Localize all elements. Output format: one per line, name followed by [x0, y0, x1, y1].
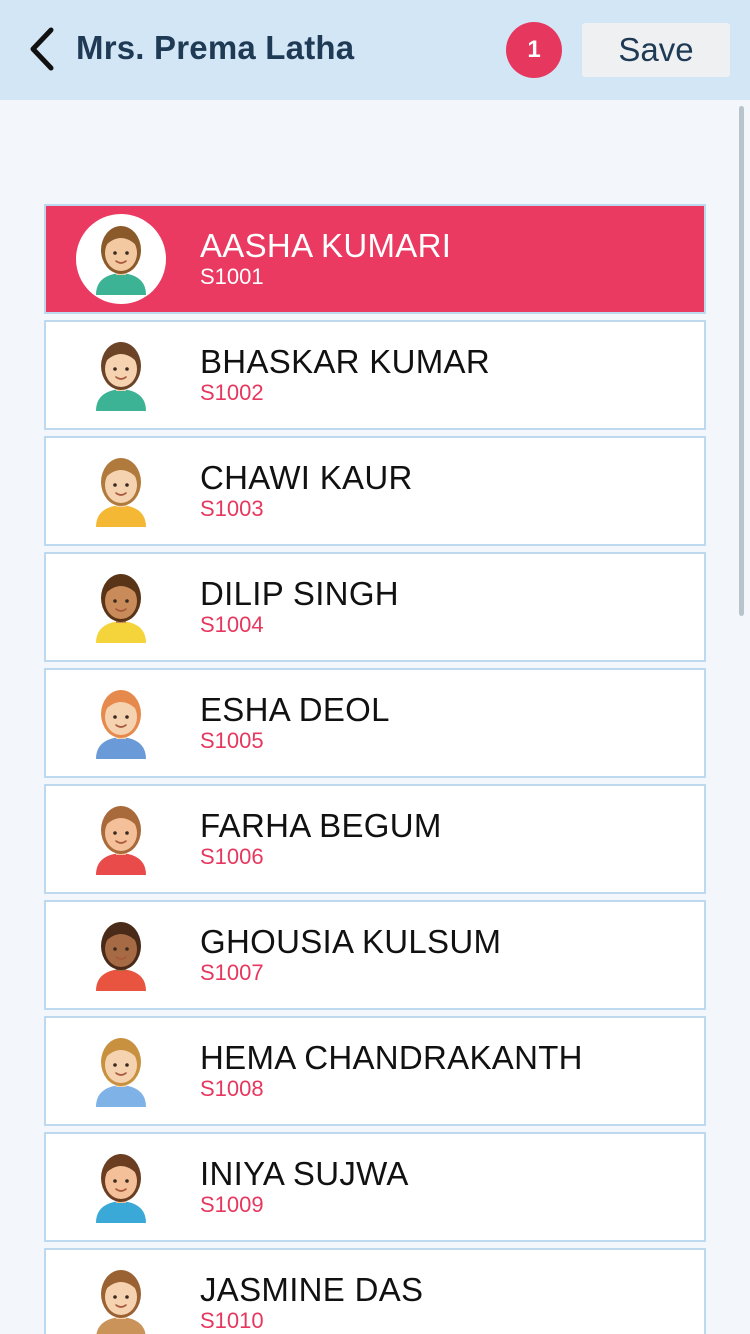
girl-headband-avatar — [96, 1270, 146, 1334]
student-id: S1008 — [200, 1076, 264, 1101]
girl-red-hair-avatar — [96, 690, 146, 759]
student-id: S1010 — [200, 1308, 264, 1333]
student-row[interactable]: INIYA SUJWA S1009 — [44, 1132, 706, 1242]
student-row[interactable]: AASHA KUMARI S1001 — [44, 204, 706, 314]
student-name: CHAWI KAUR — [200, 459, 413, 496]
student-row[interactable]: FARHA BEGUM S1006 — [44, 784, 706, 894]
student-name: JASMINE DAS — [200, 1271, 424, 1308]
student-name: GHOUSIA KULSUM — [200, 923, 502, 960]
page-title: Mrs. Prema Latha — [76, 29, 355, 66]
girl-braids-avatar — [96, 1154, 146, 1223]
girl-long-hair-avatar — [96, 458, 146, 527]
boy-curly-hair-avatar — [96, 574, 146, 643]
count-badge: 1 — [506, 22, 562, 78]
student-id: S1003 — [200, 496, 264, 521]
student-row[interactable]: ESHA DEOL S1005 — [44, 668, 706, 778]
avatar — [76, 1026, 166, 1116]
chevron-left-icon — [30, 27, 54, 71]
student-name: AASHA KUMARI — [200, 227, 452, 264]
girl-pigtails-avatar — [96, 922, 146, 991]
student-id: S1001 — [200, 264, 264, 289]
student-name: FARHA BEGUM — [200, 807, 442, 844]
avatar — [76, 794, 166, 884]
avatar — [76, 1142, 166, 1232]
student-name: DILIP SINGH — [200, 575, 399, 612]
avatar — [76, 446, 166, 536]
avatar — [76, 1258, 166, 1334]
student-id: S1004 — [200, 612, 264, 637]
avatar — [76, 910, 166, 1000]
student-id: S1007 — [200, 960, 264, 985]
student-id: S1009 — [200, 1192, 264, 1217]
student-id: S1005 — [200, 728, 264, 753]
student-name: BHASKAR KUMAR — [200, 343, 490, 380]
girl-gold-earrings-avatar — [96, 226, 146, 295]
top-bar: Mrs. Prema Latha 1 Save — [0, 0, 750, 100]
avatar — [76, 330, 166, 420]
scrollbar[interactable] — [739, 106, 744, 616]
save-button[interactable]: Save — [582, 23, 730, 77]
student-name: ESHA DEOL — [200, 691, 390, 728]
student-list: AASHA KUMARI S1001 BHASKAR KUMAR S1002 CHAWI… — [44, 204, 706, 1334]
student-name: HEMA CHANDRAKANTH — [200, 1039, 583, 1076]
student-row[interactable]: HEMA CHANDRAKANTH S1008 — [44, 1016, 706, 1126]
girl-bob-hair-avatar — [96, 806, 146, 875]
student-id: S1002 — [200, 380, 264, 405]
student-row[interactable]: CHAWI KAUR S1003 — [44, 436, 706, 546]
student-row[interactable]: GHOUSIA KULSUM S1007 — [44, 900, 706, 1010]
student-row[interactable]: DILIP SINGH S1004 — [44, 552, 706, 662]
student-id: S1006 — [200, 844, 264, 869]
girl-glasses-avatar — [96, 1038, 146, 1107]
back-button[interactable] — [22, 26, 62, 72]
student-row[interactable]: BHASKAR KUMAR S1002 — [44, 320, 706, 430]
student-row[interactable]: JASMINE DAS S1010 — [44, 1248, 706, 1334]
avatar — [76, 562, 166, 652]
avatar — [76, 214, 166, 304]
student-name: INIYA SUJWA — [200, 1155, 409, 1192]
boy-short-hair-avatar — [96, 342, 146, 411]
avatar — [76, 678, 166, 768]
